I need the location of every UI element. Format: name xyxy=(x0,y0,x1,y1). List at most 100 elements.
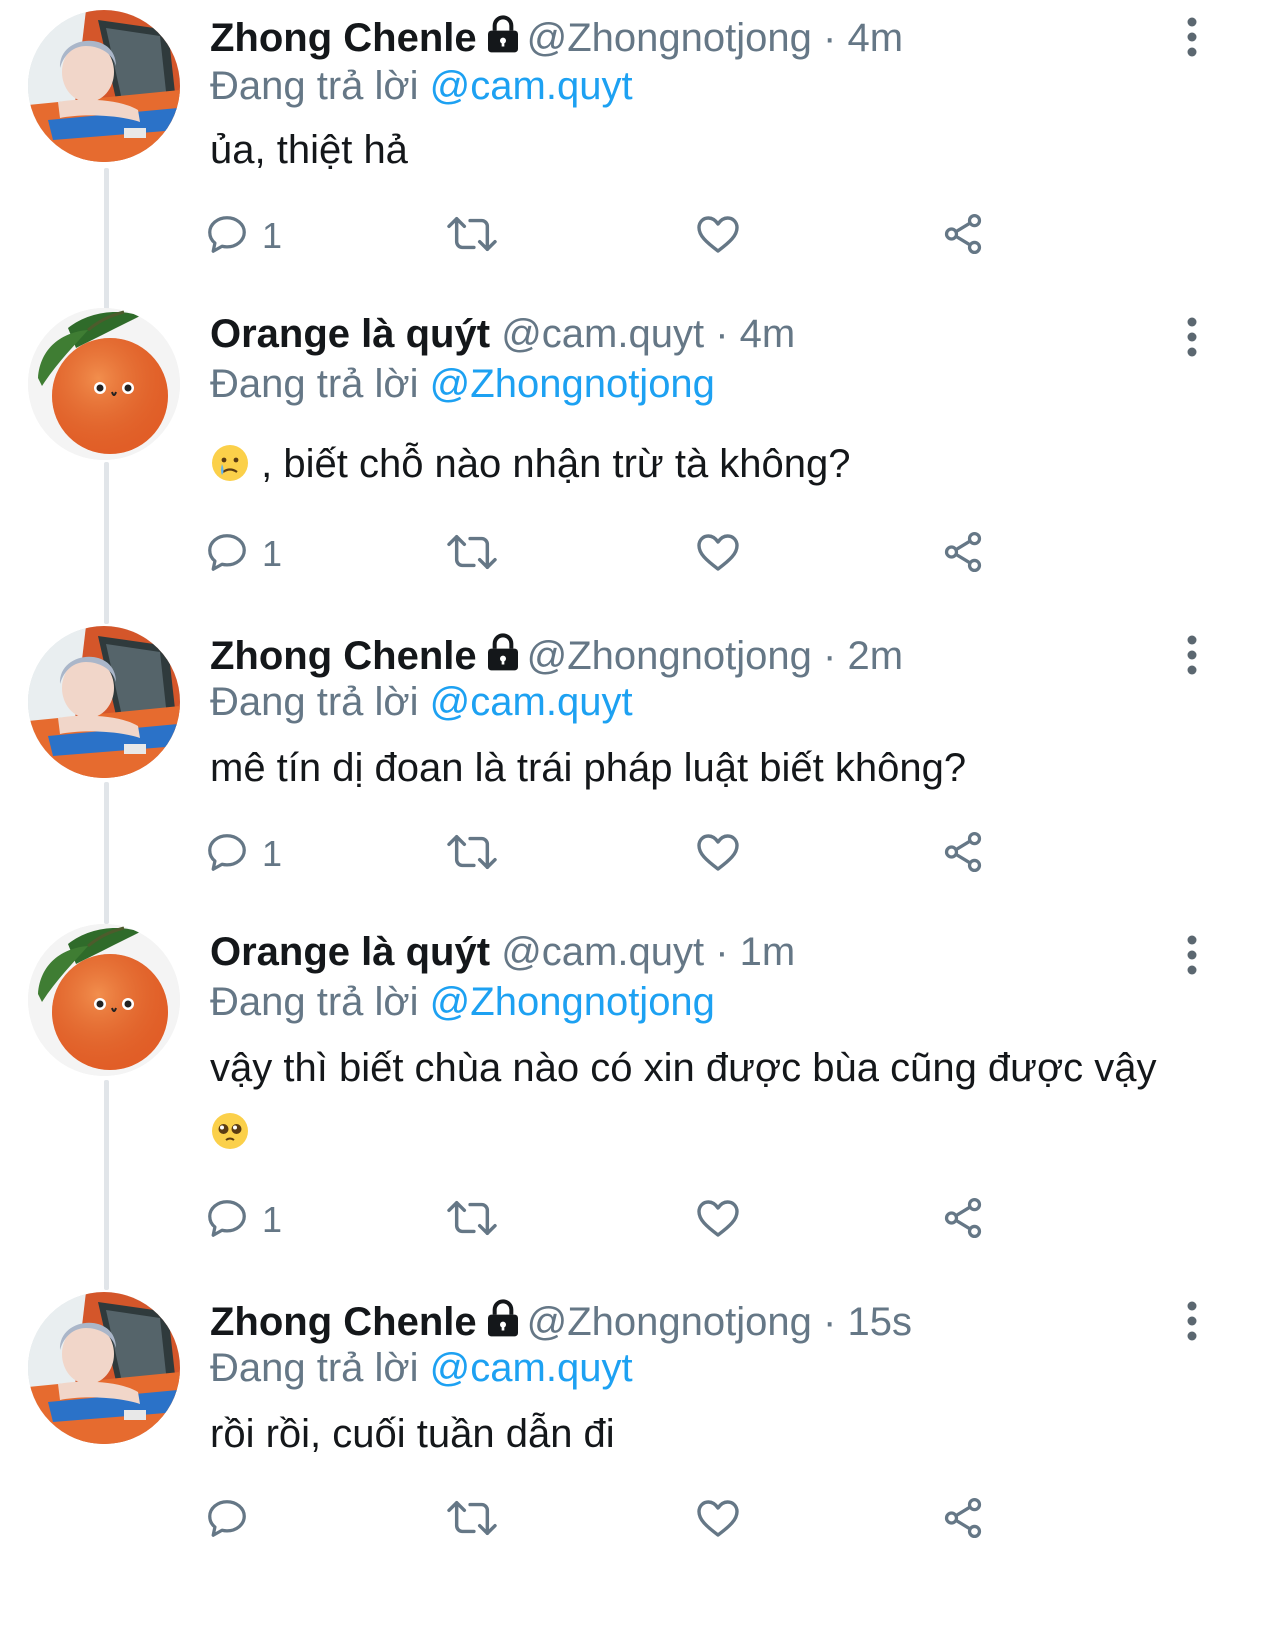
replying-to-label: Đang trả lời xyxy=(210,1346,419,1390)
tweet-text: vậy thì biết chùa nào có xin được bùa cũ… xyxy=(210,1036,1170,1170)
heart-icon xyxy=(694,210,742,263)
retweet-icon xyxy=(444,829,500,880)
more-options-icon[interactable] xyxy=(1182,934,1202,978)
timestamp[interactable]: 4m xyxy=(740,312,796,356)
reply-button[interactable]: 1 xyxy=(204,828,282,880)
display-name[interactable]: Zhong Chenle xyxy=(210,16,477,60)
tweet-text: mê tín dị đoan là trái pháp luật biết kh… xyxy=(210,736,1170,800)
like-button[interactable] xyxy=(694,210,742,262)
tweet-header: Zhong Chenle @Zhongnotjong · 15s xyxy=(210,1298,912,1349)
share-button[interactable] xyxy=(940,528,986,580)
share-icon xyxy=(940,829,986,880)
tweet-text: rồi rồi, cuối tuần dẫn đi xyxy=(210,1402,1170,1466)
display-name[interactable]: Orange là quýt xyxy=(210,930,490,974)
like-button[interactable] xyxy=(694,828,742,880)
tweet-text: ủa, thiệt hả xyxy=(210,118,1170,182)
retweet-icon xyxy=(444,529,500,580)
user-handle[interactable]: @Zhongnotjong xyxy=(527,16,812,60)
reply-count: 1 xyxy=(262,833,283,874)
tweet-actions: 1 xyxy=(208,1194,1090,1246)
tweet-actions: 1 xyxy=(208,828,1090,880)
like-button[interactable] xyxy=(694,528,742,580)
mention-link[interactable]: @cam.quyt xyxy=(430,1346,633,1390)
share-icon xyxy=(940,211,986,262)
reply-icon xyxy=(204,211,250,262)
mention-link[interactable]: @Zhongnotjong xyxy=(430,980,715,1024)
reply-icon xyxy=(204,1495,250,1546)
chenle-avatar[interactable] xyxy=(28,10,180,162)
share-button[interactable] xyxy=(940,1494,986,1546)
retweet-button[interactable] xyxy=(444,210,500,262)
replying-to-label: Đang trả lời xyxy=(210,362,419,406)
heart-icon xyxy=(694,1194,742,1247)
mention-link[interactable]: @Zhongnotjong xyxy=(430,362,715,406)
replying-to-label: Đang trả lời xyxy=(210,680,419,724)
reply-icon xyxy=(204,529,250,580)
chenle-avatar[interactable] xyxy=(28,1292,180,1444)
tweet-header: Orange là quýt @cam.quyt · 4m xyxy=(210,310,795,358)
tweet-actions xyxy=(208,1494,1090,1546)
reply-count: 1 xyxy=(262,533,283,574)
timestamp[interactable]: 15s xyxy=(847,1300,912,1344)
crying-face-icon xyxy=(210,438,250,502)
thread-line xyxy=(104,462,109,624)
reply-button[interactable]: 1 xyxy=(204,210,282,262)
reply-count: 1 xyxy=(262,215,283,256)
tweet-header: Orange là quýt @cam.quyt · 1m xyxy=(210,928,795,976)
more-options-icon[interactable] xyxy=(1182,316,1202,360)
display-name[interactable]: Zhong Chenle xyxy=(210,634,477,678)
separator-dot: · xyxy=(823,634,837,678)
separator-dot: · xyxy=(823,1300,837,1344)
share-icon xyxy=(940,529,986,580)
thread-line xyxy=(104,1080,109,1290)
user-handle[interactable]: @cam.quyt xyxy=(501,312,704,356)
tweet-text: , biết chỗ nào nhận trừ tà không? xyxy=(210,432,1170,502)
reply-button[interactable] xyxy=(204,1494,250,1546)
chenle-avatar[interactable] xyxy=(28,626,180,778)
replying-to: Đang trả lời @cam.quyt xyxy=(210,678,633,726)
lock-icon xyxy=(483,14,523,65)
retweet-button[interactable] xyxy=(444,528,500,580)
more-options-icon[interactable] xyxy=(1182,634,1202,678)
share-button[interactable] xyxy=(940,1194,986,1246)
separator-dot: · xyxy=(715,312,729,356)
share-icon xyxy=(940,1195,986,1246)
tweet-actions: 1 xyxy=(208,210,1090,262)
timestamp[interactable]: 2m xyxy=(847,634,903,678)
replying-to: Đang trả lời @cam.quyt xyxy=(210,1344,633,1392)
retweet-button[interactable] xyxy=(444,828,500,880)
timestamp[interactable]: 1m xyxy=(740,930,796,974)
user-handle[interactable]: @cam.quyt xyxy=(501,930,704,974)
user-handle[interactable]: @Zhongnotjong xyxy=(527,1300,812,1344)
orange-avatar[interactable] xyxy=(28,924,180,1076)
thread-line xyxy=(104,782,109,924)
replying-to: Đang trả lời @Zhongnotjong xyxy=(210,360,715,408)
like-button[interactable] xyxy=(694,1194,742,1246)
reply-count: 1 xyxy=(262,1199,283,1240)
mention-link[interactable]: @cam.quyt xyxy=(430,680,633,724)
share-button[interactable] xyxy=(940,828,986,880)
separator-dot: · xyxy=(823,16,837,60)
display-name[interactable]: Zhong Chenle xyxy=(210,1300,477,1344)
retweet-button[interactable] xyxy=(444,1194,500,1246)
more-options-icon[interactable] xyxy=(1182,1300,1202,1344)
reply-button[interactable]: 1 xyxy=(204,528,282,580)
heart-icon xyxy=(694,1494,742,1547)
user-handle[interactable]: @Zhongnotjong xyxy=(527,634,812,678)
orange-avatar[interactable] xyxy=(28,308,180,460)
replying-to: Đang trả lời @cam.quyt xyxy=(210,62,633,110)
mention-link[interactable]: @cam.quyt xyxy=(430,64,633,108)
replying-to: Đang trả lời @Zhongnotjong xyxy=(210,978,715,1026)
lock-icon xyxy=(483,632,523,683)
reply-button[interactable]: 1 xyxy=(204,1194,282,1246)
retweet-button[interactable] xyxy=(444,1494,500,1546)
retweet-icon xyxy=(444,1195,500,1246)
share-button[interactable] xyxy=(940,210,986,262)
retweet-icon xyxy=(444,211,500,262)
pleading-face-icon xyxy=(210,1106,250,1170)
like-button[interactable] xyxy=(694,1494,742,1546)
display-name[interactable]: Orange là quýt xyxy=(210,312,490,356)
more-options-icon[interactable] xyxy=(1182,16,1202,60)
replying-to-label: Đang trả lời xyxy=(210,980,419,1024)
timestamp[interactable]: 4m xyxy=(847,16,903,60)
